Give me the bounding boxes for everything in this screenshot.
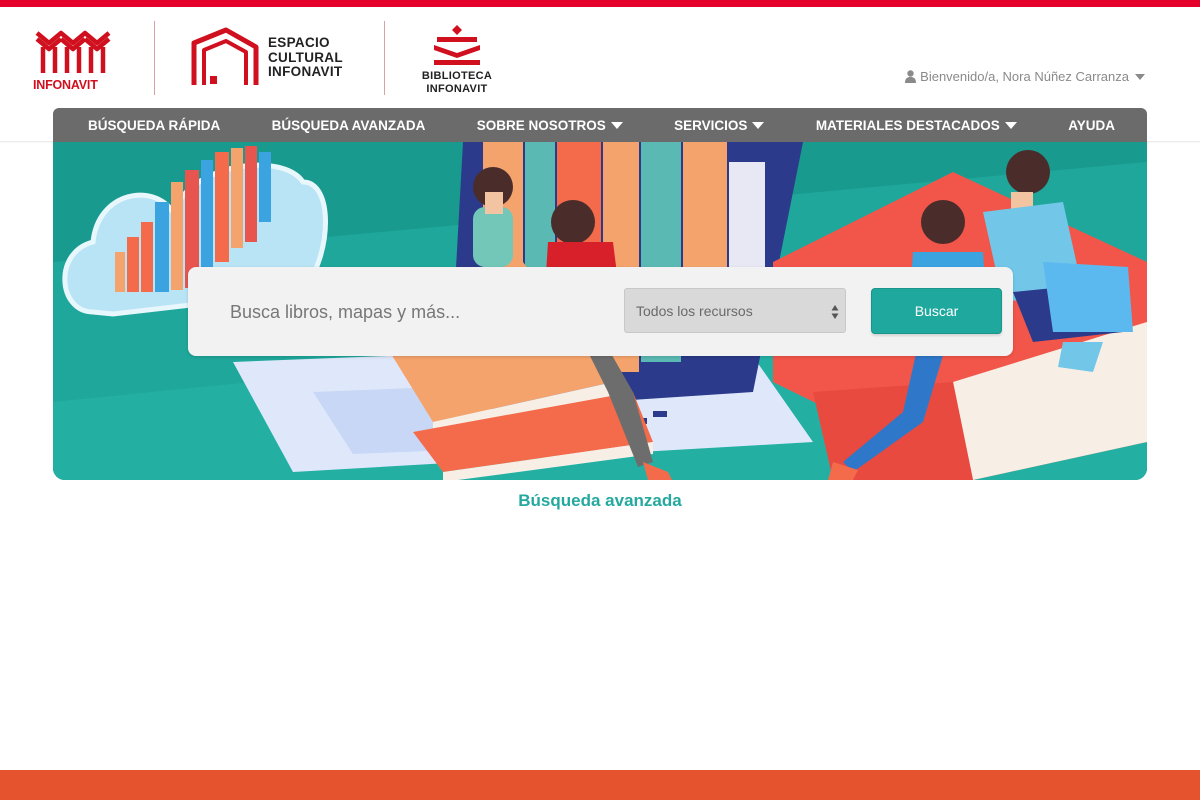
nav-item-servicios[interactable]: SERVICIOS — [674, 117, 765, 133]
house-outline-icon — [191, 27, 259, 85]
header-divider — [384, 21, 385, 95]
search-input[interactable] — [208, 290, 608, 334]
chevron-down-icon — [752, 121, 765, 129]
nav-item-busqueda-avanzada[interactable]: BÚSQUEDA AVANZADA — [272, 118, 426, 133]
top-brand-stripe — [0, 0, 1200, 7]
main-nav: BÚSQUEDA RÁPIDA BÚSQUEDA AVANZADA SOBRE … — [53, 108, 1147, 142]
chevron-down-icon — [1135, 73, 1145, 80]
nav-item-label: SOBRE NOSOTROS — [476, 117, 606, 133]
select-arrows-icon — [831, 305, 839, 319]
nav-item-busqueda-rapida[interactable]: BÚSQUEDA RÁPIDA — [88, 118, 220, 133]
biblioteca-logo[interactable]: BIBLIOTECA INFONAVIT — [412, 23, 502, 99]
nav-item-ayuda[interactable]: AYUDA — [1068, 118, 1115, 133]
espacio-cultural-wordmark: ESPACIO CULTURAL INFONAVIT — [268, 35, 343, 80]
user-greeting: Bienvenido/a, Nora Núñez Carranza — [920, 69, 1129, 84]
header-divider — [154, 21, 155, 95]
footer-bar — [0, 770, 1200, 800]
infonavit-wordmark: INFONAVIT — [33, 78, 98, 92]
user-icon — [905, 70, 917, 83]
nav-item-label: MATERIALES DESTACADOS — [815, 117, 1000, 133]
nav-item-label: BÚSQUEDA AVANZADA — [271, 117, 426, 133]
biblioteca-wordmark: BIBLIOTECA INFONAVIT — [412, 70, 502, 96]
nav-item-materiales-destacados[interactable]: MATERIALES DESTACADOS — [816, 118, 1017, 133]
resource-select-value: Todos los recursos — [636, 302, 753, 319]
resource-type-select[interactable]: Todos los recursos — [624, 288, 846, 333]
nav-item-label: AYUDA — [1068, 117, 1115, 133]
infonavit-logo[interactable]: INFONAVIT — [33, 27, 115, 99]
nav-item-label: SERVICIOS — [674, 117, 748, 133]
nav-item-label: BÚSQUEDA RÁPIDA — [88, 117, 221, 133]
ec-line-1: ESPACIO — [268, 35, 330, 50]
espacio-cultural-logo[interactable]: ESPACIO CULTURAL INFONAVIT — [190, 27, 360, 97]
nav-item-sobre-nosotros[interactable]: SOBRE NOSOTROS — [477, 118, 623, 133]
books-stack-icon — [434, 25, 480, 65]
search-panel: Todos los recursos Buscar — [188, 267, 1013, 356]
user-menu[interactable]: Bienvenido/a, Nora Núñez Carranza — [905, 69, 1145, 84]
ec-line-3: INFONAVIT — [268, 64, 343, 79]
chevron-down-icon — [1004, 121, 1017, 129]
bib-line-1: BIBLIOTECA — [421, 70, 493, 82]
search-button[interactable]: Buscar — [871, 288, 1002, 334]
chevron-down-icon — [610, 121, 623, 129]
advanced-search-link[interactable]: Búsqueda avanzada — [0, 491, 1200, 511]
bib-line-2: INFONAVIT — [426, 83, 488, 95]
ec-line-2: CULTURAL — [268, 49, 343, 65]
infonavit-emblem-icon — [35, 30, 111, 73]
site-header: INFONAVIT ESPACIO CULTURAL INFONAVIT BIB… — [0, 7, 1200, 107]
